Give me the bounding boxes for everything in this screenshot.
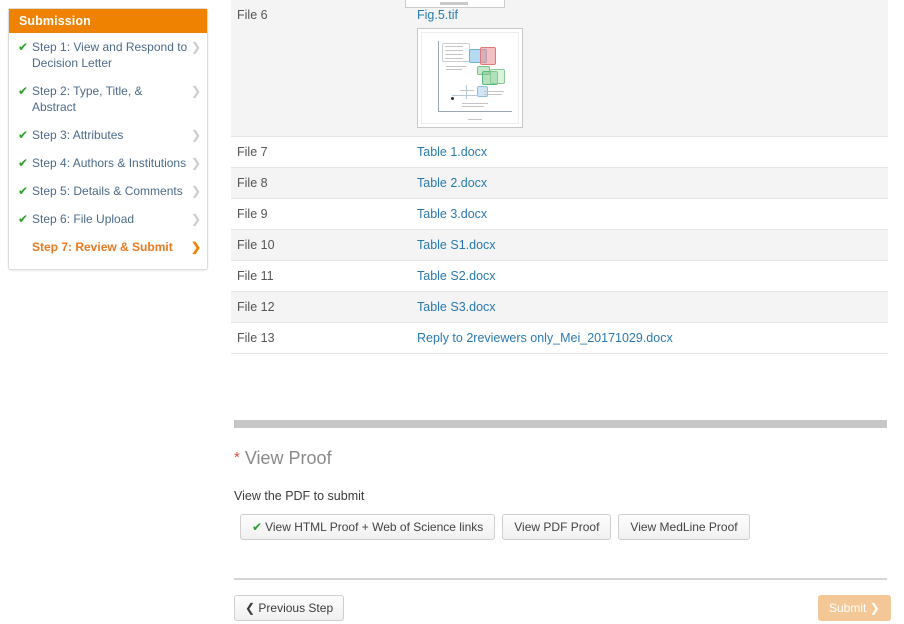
view-proof-heading: * View Proof bbox=[234, 448, 894, 469]
file-cell: Table 2.docx bbox=[411, 168, 888, 199]
sidebar-step-2[interactable]: ✔ Step 2: Type, Title, & Abstract ❯ bbox=[9, 77, 207, 121]
view-proof-section: * View Proof View the PDF to submit ✔ Vie… bbox=[234, 448, 894, 540]
file-name-link[interactable]: Table S3.docx bbox=[417, 300, 496, 314]
sidebar-step-list: ✔ Step 1: View and Respond to Decision Le… bbox=[9, 33, 207, 261]
sidebar-step-5[interactable]: ✔ Step 5: Details & Comments ❯ bbox=[9, 177, 207, 205]
file-name-link[interactable]: Table 2.docx bbox=[417, 176, 487, 190]
view-proof-instruction: View the PDF to submit bbox=[234, 489, 365, 503]
sidebar-title: Submission bbox=[9, 9, 207, 33]
step-complete-check-icon: ✔ bbox=[18, 184, 29, 198]
file-cell: Reply to 2reviewers only_Mei_20171029.do… bbox=[411, 323, 888, 354]
file-number-label: File 11 bbox=[237, 269, 274, 283]
step-complete-check-icon: ✔ bbox=[18, 212, 29, 226]
step-complete-check-icon: ✔ bbox=[18, 84, 29, 98]
uploaded-files-table: File 6 Fig.5.tif File 7 Table 1.docx File 8 T… bbox=[231, 0, 888, 354]
file-cell: Fig.5.tif bbox=[411, 0, 888, 137]
sidebar-step-label: Step 5: Details & Comments bbox=[32, 184, 183, 198]
table-row: File 7 Table 1.docx bbox=[231, 137, 888, 168]
previous-step-label: Previous Step bbox=[258, 601, 334, 615]
file-number-label: File 7 bbox=[237, 145, 268, 159]
sidebar-step-label: Step 2: Type, Title, & Abstract bbox=[32, 84, 143, 114]
file-name-link[interactable]: Table 3.docx bbox=[417, 207, 487, 221]
sidebar-step-label: Step 3: Attributes bbox=[32, 128, 124, 142]
file-cell: Table S3.docx bbox=[411, 292, 888, 323]
file-number-label: File 12 bbox=[237, 300, 275, 314]
step-complete-check-icon: ✔ bbox=[18, 128, 29, 142]
submission-steps-sidebar: Submission ✔ Step 1: View and Respond to … bbox=[8, 8, 208, 270]
file-cell: Table 3.docx bbox=[411, 199, 888, 230]
step-complete-check-icon: ✔ bbox=[18, 40, 29, 54]
proof-button-2[interactable]: View PDF Proof bbox=[502, 514, 612, 540]
table-row: File 13 Reply to 2reviewers only_Mei_2017… bbox=[231, 323, 888, 354]
sidebar-step-1[interactable]: ✔ Step 1: View and Respond to Decision Le… bbox=[9, 33, 207, 77]
proof-button-label: View HTML Proof + Web of Science links bbox=[265, 520, 484, 534]
chevron-right-icon: ❯ bbox=[190, 184, 201, 198]
file-cell: Table S2.docx bbox=[411, 261, 888, 292]
proof-button-label: View PDF Proof bbox=[514, 520, 600, 534]
file-name-link[interactable]: Table S1.docx bbox=[417, 238, 496, 252]
sidebar-step-7[interactable]: Step 7: Review & Submit ❯ bbox=[9, 233, 207, 261]
file-number-label: File 10 bbox=[237, 238, 275, 252]
table-row: File 8 Table 2.docx bbox=[231, 167, 888, 199]
chevron-right-icon: ❯ bbox=[190, 212, 201, 226]
table-row: File 11 Table S2.docx bbox=[231, 261, 888, 292]
sidebar-step-4[interactable]: ✔ Step 4: Authors & Institutions ❯ bbox=[9, 149, 207, 177]
file-number-label: File 9 bbox=[237, 207, 268, 221]
sidebar-step-label: Step 6: File Upload bbox=[32, 212, 135, 226]
figure-preview-canvas bbox=[421, 32, 519, 124]
viewed-check-icon: ✔ bbox=[252, 520, 263, 534]
submission-review-page: Submission ✔ Step 1: View and Respond to … bbox=[0, 0, 904, 624]
chevron-right-icon: ❯ bbox=[190, 240, 201, 254]
file-name-link[interactable]: Reply to 2reviewers only_Mei_20171029.do… bbox=[417, 331, 673, 345]
file-number-label: File 8 bbox=[237, 176, 268, 190]
file-name-link[interactable]: Table S2.docx bbox=[417, 269, 496, 283]
view-proof-heading-text: View Proof bbox=[244, 448, 332, 468]
thumbnail-caption-bar bbox=[440, 2, 468, 5]
proof-button-group: ✔ View HTML Proof + Web of Science links V… bbox=[240, 514, 894, 540]
file-name-link[interactable]: Fig.5.tif bbox=[417, 8, 458, 22]
previous-step-button[interactable]: ❮ Previous Step bbox=[234, 595, 345, 621]
chevron-right-icon: ❯ bbox=[190, 128, 201, 142]
file-cell: Table S1.docx bbox=[411, 230, 888, 261]
sidebar-step-label: Step 4: Authors & Institutions bbox=[32, 156, 187, 170]
previous-file-thumbnail-partial bbox=[405, 0, 505, 8]
sidebar-step-3[interactable]: ✔ Step 3: Attributes ❯ bbox=[9, 121, 207, 149]
required-asterisk: * bbox=[234, 449, 240, 466]
proof-button-1[interactable]: ✔ View HTML Proof + Web of Science links bbox=[240, 514, 496, 540]
chevron-right-icon: ❯ bbox=[869, 601, 880, 615]
sidebar-step-label: Step 1: View and Respond to Decision Let… bbox=[32, 40, 188, 70]
chevron-right-icon: ❯ bbox=[190, 84, 201, 98]
table-row: File 9 Table 3.docx bbox=[231, 199, 888, 230]
proof-button-3[interactable]: View MedLine Proof bbox=[618, 514, 750, 540]
table-row: File 10 Table S1.docx bbox=[231, 229, 888, 261]
file-number-label: File 6 bbox=[237, 8, 268, 22]
sidebar-step-label: Step 7: Review & Submit bbox=[32, 240, 173, 254]
submit-button[interactable]: Submit ❯ bbox=[818, 595, 891, 621]
chevron-left-icon: ❮ bbox=[245, 601, 256, 615]
sidebar-step-6[interactable]: ✔ Step 6: File Upload ❯ bbox=[9, 205, 207, 233]
file-thumbnail[interactable] bbox=[417, 28, 523, 128]
file-number-label: File 13 bbox=[237, 331, 275, 345]
chevron-right-icon: ❯ bbox=[190, 156, 201, 170]
bottom-divider bbox=[234, 578, 887, 580]
file-cell: Table 1.docx bbox=[411, 137, 888, 168]
step-complete-check-icon: ✔ bbox=[18, 156, 29, 170]
submit-label: Submit bbox=[829, 601, 867, 615]
chevron-right-icon: ❯ bbox=[190, 40, 201, 54]
table-row: File 12 Table S3.docx bbox=[231, 291, 888, 323]
file-name-link[interactable]: Table 1.docx bbox=[417, 145, 487, 159]
section-divider-bar bbox=[234, 420, 887, 428]
table-row: File 6 Fig.5.tif bbox=[231, 0, 888, 137]
proof-button-label: View MedLine Proof bbox=[630, 520, 738, 534]
